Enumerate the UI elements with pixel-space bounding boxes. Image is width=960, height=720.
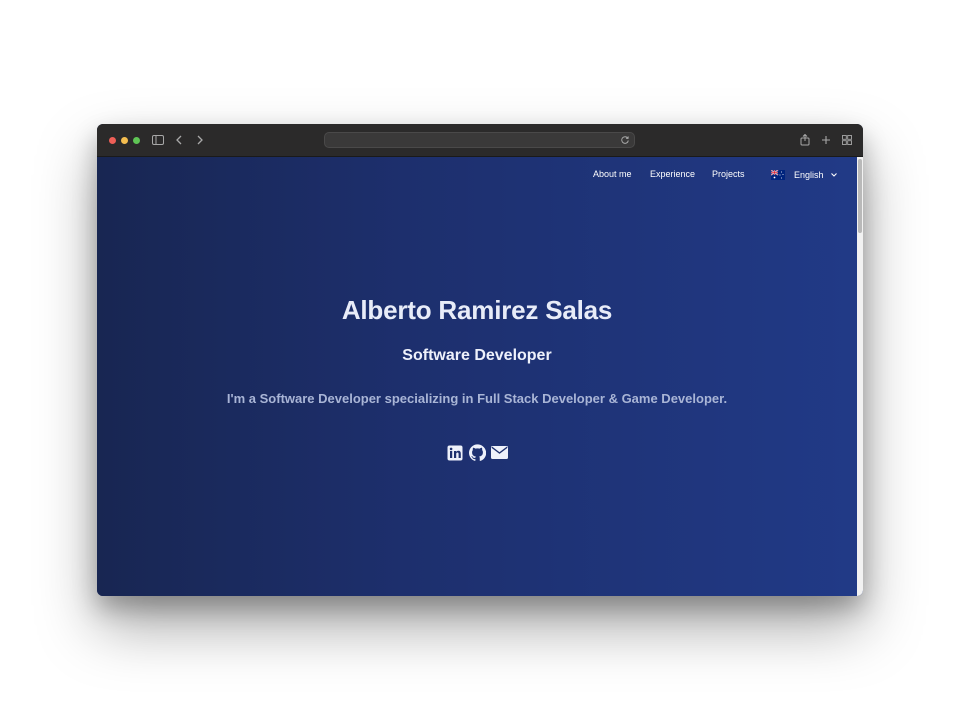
- page-viewport: About me Experience Projects English Alb…: [97, 157, 863, 596]
- language-label: English: [794, 170, 824, 180]
- address-bar[interactable]: [324, 132, 635, 148]
- close-window-button[interactable]: [109, 137, 116, 144]
- australia-flag-icon: [771, 170, 785, 180]
- scrollbar[interactable]: [857, 157, 863, 596]
- intro-text: I'm a Software Developer specializing in…: [226, 391, 728, 406]
- forward-icon[interactable]: [193, 133, 207, 147]
- tab-overview-icon[interactable]: [840, 133, 854, 147]
- chevron-down-icon: [830, 173, 837, 177]
- back-icon[interactable]: [172, 133, 186, 147]
- reload-icon[interactable]: [620, 135, 630, 145]
- browser-toolbar: [97, 124, 863, 157]
- top-nav: About me Experience Projects English: [97, 169, 857, 183]
- nav-experience[interactable]: Experience: [650, 169, 695, 179]
- social-links: [97, 444, 857, 461]
- scrollbar-thumb[interactable]: [858, 159, 862, 233]
- minimize-window-button[interactable]: [121, 137, 128, 144]
- new-tab-icon[interactable]: [819, 133, 833, 147]
- job-title: Software Developer: [402, 347, 552, 364]
- browser-window: About me Experience Projects English Alb…: [97, 124, 863, 596]
- nav-projects[interactable]: Projects: [712, 169, 745, 179]
- linkedin-icon[interactable]: [447, 444, 464, 461]
- email-icon[interactable]: [490, 444, 508, 461]
- sidebar-icon[interactable]: [151, 133, 165, 147]
- nav-about-me[interactable]: About me: [593, 169, 632, 179]
- language-selector[interactable]: English: [771, 167, 838, 183]
- share-icon[interactable]: [798, 133, 812, 147]
- page-title: Alberto Ramirez Salas: [341, 295, 613, 325]
- maximize-window-button[interactable]: [133, 137, 140, 144]
- github-icon[interactable]: [468, 444, 486, 461]
